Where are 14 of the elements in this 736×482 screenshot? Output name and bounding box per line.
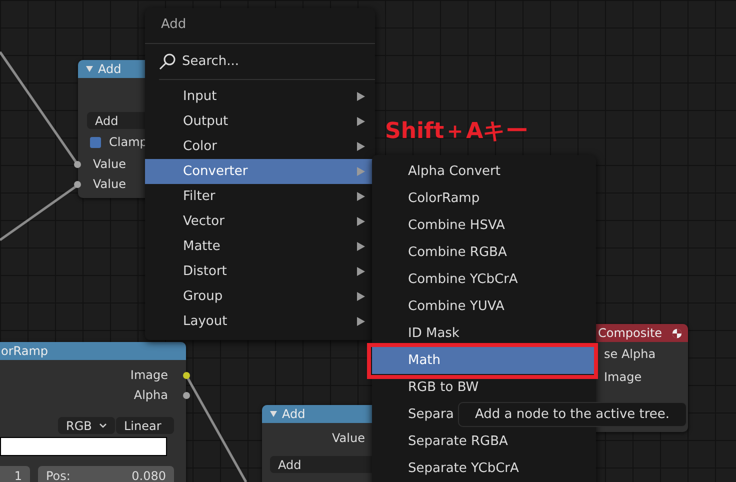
annotation-text: Shift＋Aキー	[385, 118, 528, 146]
node-title: Add	[282, 407, 306, 421]
output-label: Alpha	[134, 388, 168, 402]
tooltip: Add a node to the active tree.	[458, 402, 687, 427]
input-label: Image	[604, 370, 642, 384]
menu-title: Add	[161, 17, 186, 32]
node-title: orRamp	[1, 344, 48, 358]
output-label: Image	[130, 368, 168, 382]
node-title: Composite	[598, 326, 662, 340]
input-label: Value	[93, 157, 126, 171]
output-label: Value	[332, 431, 365, 445]
use-alpha-label: se Alpha	[604, 347, 656, 361]
node-title: Add	[98, 62, 122, 76]
input-label: Value	[93, 177, 126, 191]
